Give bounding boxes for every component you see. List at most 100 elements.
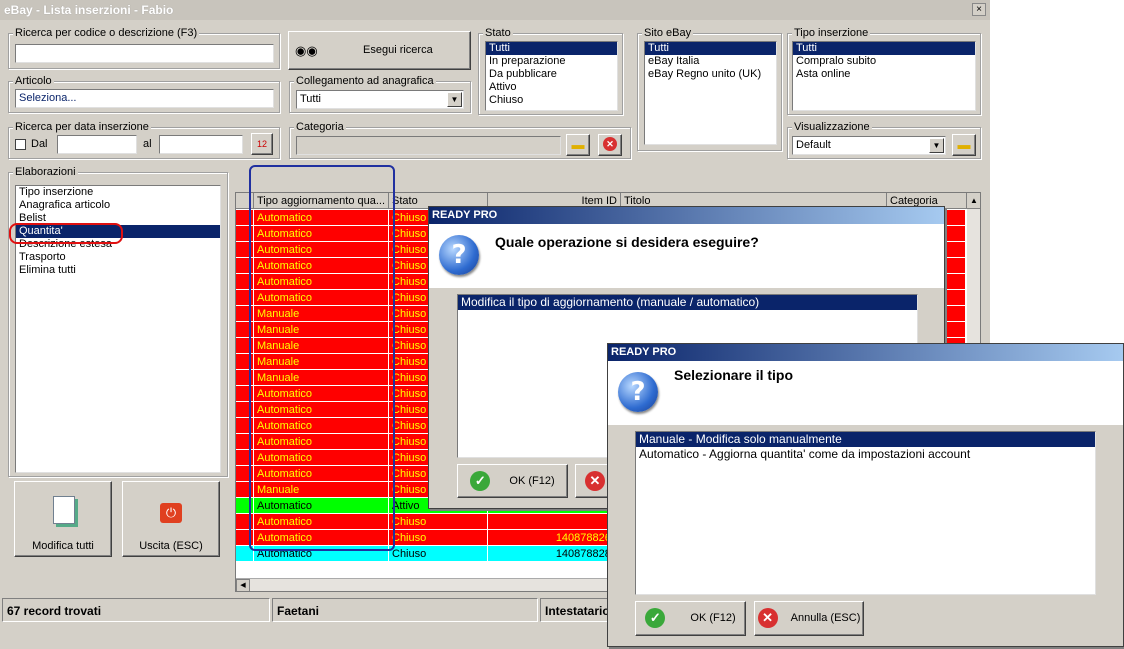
dialog-header: ? Quale operazione si desidera eseguire? bbox=[429, 224, 944, 288]
article-group: Articolo Seleziona... bbox=[8, 74, 280, 113]
dialog-question: Selezionare il tipo bbox=[674, 367, 794, 383]
elab-item[interactable]: Trasporto bbox=[16, 251, 220, 264]
link-value: Tutti bbox=[300, 93, 321, 105]
category-group: Categoria ▬ ✕ bbox=[289, 120, 631, 159]
cell-id[interactable]: 1408788285 bbox=[488, 546, 621, 562]
tipo-label: Tipo inserzione bbox=[792, 26, 871, 40]
tipo-item[interactable]: Tutti bbox=[793, 42, 975, 55]
stato-item[interactable]: In preparazione bbox=[486, 55, 617, 68]
date-from-field[interactable] bbox=[57, 135, 137, 154]
folder-icon[interactable]: ▬ bbox=[566, 134, 590, 156]
article-field[interactable]: Seleziona... bbox=[15, 89, 274, 108]
dialog-title: READY PRO bbox=[608, 344, 1123, 361]
view-value: Default bbox=[796, 139, 831, 151]
status-user: Faetani bbox=[272, 598, 538, 622]
dialog-title: READY PRO bbox=[429, 207, 944, 224]
cancel-button[interactable]: ✕ Annulla (ESC) bbox=[754, 601, 864, 636]
site-item[interactable]: eBay Italia bbox=[645, 55, 776, 68]
scroll-up-icon[interactable]: ▲ bbox=[967, 193, 980, 209]
stato-item[interactable]: Attivo bbox=[486, 81, 617, 94]
type-item-manuale[interactable]: Manuale - Modifica solo manualmente bbox=[636, 432, 1095, 447]
scroll-left-icon[interactable]: ◀ bbox=[236, 579, 250, 591]
tipo-group: Tipo inserzione Tutti Compralo subito As… bbox=[787, 26, 981, 115]
tipo-list[interactable]: Tutti Compralo subito Asta online bbox=[792, 41, 976, 111]
elab-item[interactable]: Anagrafica articolo bbox=[16, 199, 220, 212]
edit-document-icon bbox=[53, 496, 75, 524]
status-records: 67 record trovati bbox=[2, 598, 270, 622]
binoculars-icon: ◉◉ bbox=[295, 43, 318, 58]
stato-item[interactable]: Chiuso bbox=[486, 94, 617, 107]
stato-label: Stato bbox=[483, 26, 513, 40]
view-label: Visualizzazione bbox=[792, 120, 872, 134]
close-icon[interactable]: × bbox=[972, 3, 986, 16]
search-button[interactable]: ◉◉ Esegui ricerca bbox=[288, 31, 471, 70]
site-list[interactable]: Tutti eBay Italia eBay Regno unito (UK) bbox=[644, 41, 777, 145]
search-group: Ricerca per codice o descrizione (F3) bbox=[8, 26, 280, 69]
site-label: Sito eBay bbox=[642, 26, 694, 40]
date-to-field[interactable] bbox=[159, 135, 243, 154]
ok-label: OK (F12) bbox=[509, 475, 555, 487]
cell-stato[interactable]: Chiuso bbox=[389, 514, 488, 530]
date-to-label: al bbox=[143, 138, 152, 150]
question-icon: ? bbox=[439, 235, 479, 275]
search-label: Ricerca per codice o descrizione (F3) bbox=[13, 26, 200, 40]
ok-button[interactable]: ✓ OK (F12) bbox=[635, 601, 746, 636]
ok-label: OK (F12) bbox=[690, 612, 736, 624]
category-label: Categoria bbox=[294, 120, 346, 134]
modify-all-button[interactable]: Modifica tutti bbox=[14, 481, 112, 557]
dialog-header: ? Selezionare il tipo bbox=[608, 361, 1123, 425]
type-dialog: READY PRO ? Selezionare il tipo Manuale … bbox=[607, 343, 1124, 647]
date-checkbox[interactable] bbox=[15, 139, 26, 150]
modify-all-label: Modifica tutti bbox=[32, 540, 94, 552]
date-group: Ricerca per data inserzione Dal al 12 bbox=[8, 120, 280, 159]
stato-list[interactable]: Tutti In preparazione Da pubblicare Atti… bbox=[485, 41, 618, 111]
column-highlight bbox=[249, 165, 395, 551]
highlight-circle bbox=[9, 223, 123, 244]
link-group: Collegamento ad anagrafica Tutti ▼ bbox=[289, 74, 471, 113]
cell-stato[interactable]: Chiuso bbox=[389, 546, 488, 562]
cell-id[interactable]: 1408788265 bbox=[488, 530, 621, 546]
exit-button[interactable]: ⏻ Uscita (ESC) bbox=[122, 481, 220, 557]
folder-icon[interactable]: ▬ bbox=[952, 134, 976, 156]
elab-item[interactable]: Elimina tutti bbox=[16, 264, 220, 277]
cell-id[interactable] bbox=[488, 514, 621, 530]
stato-item[interactable]: Tutti bbox=[486, 42, 617, 55]
search-input[interactable] bbox=[15, 44, 274, 63]
elab-item[interactable]: Tipo inserzione bbox=[16, 186, 220, 199]
chevron-down-icon[interactable]: ▼ bbox=[929, 138, 944, 153]
date-label: Ricerca per data inserzione bbox=[13, 120, 151, 134]
date-from-label: Dal bbox=[31, 138, 48, 150]
power-icon: ⏻ bbox=[160, 503, 182, 523]
type-item-automatico[interactable]: Automatico - Aggiorna quantita' come da … bbox=[636, 447, 1095, 462]
view-group: Visualizzazione Default ▼ ▬ bbox=[787, 120, 981, 159]
tipo-item[interactable]: Asta online bbox=[793, 68, 975, 81]
check-icon: ✓ bbox=[470, 471, 491, 492]
delete-icon: ✕ bbox=[603, 137, 617, 151]
search-button-label: Esegui ricerca bbox=[363, 44, 433, 56]
cancel-icon: ✕ bbox=[757, 608, 778, 629]
category-field[interactable] bbox=[296, 136, 561, 155]
tipo-item[interactable]: Compralo subito bbox=[793, 55, 975, 68]
operation-item[interactable]: Modifica il tipo di aggiornamento (manua… bbox=[458, 295, 917, 310]
cell-stato[interactable]: Chiuso bbox=[389, 530, 488, 546]
site-item[interactable]: eBay Regno unito (UK) bbox=[645, 68, 776, 81]
stato-group: Stato Tutti In preparazione Da pubblicar… bbox=[478, 26, 623, 115]
check-icon: ✓ bbox=[645, 608, 666, 629]
link-select[interactable]: Tutti ▼ bbox=[296, 90, 464, 109]
link-label: Collegamento ad anagrafica bbox=[294, 74, 436, 88]
clear-category-button[interactable]: ✕ bbox=[598, 134, 622, 156]
cancel-label: Annulla (ESC) bbox=[790, 612, 861, 624]
chevron-down-icon[interactable]: ▼ bbox=[447, 92, 462, 107]
type-list[interactable]: Manuale - Modifica solo manualmente Auto… bbox=[635, 431, 1096, 595]
exit-label: Uscita (ESC) bbox=[139, 540, 203, 552]
stato-item[interactable]: Da pubblicare bbox=[486, 68, 617, 81]
view-select[interactable]: Default ▼ bbox=[792, 136, 946, 155]
ok-button[interactable]: ✓ OK (F12) bbox=[457, 464, 568, 498]
elab-label: Elaborazioni bbox=[13, 165, 78, 179]
site-item[interactable]: Tutti bbox=[645, 42, 776, 55]
calendar-icon[interactable]: 12 bbox=[251, 133, 273, 155]
question-icon: ? bbox=[618, 372, 658, 412]
cancel-icon: ✕ bbox=[585, 471, 605, 492]
site-group: Sito eBay Tutti eBay Italia eBay Regno u… bbox=[637, 26, 782, 151]
window-title: eBay - Lista inserzioni - Fabio bbox=[0, 0, 990, 20]
